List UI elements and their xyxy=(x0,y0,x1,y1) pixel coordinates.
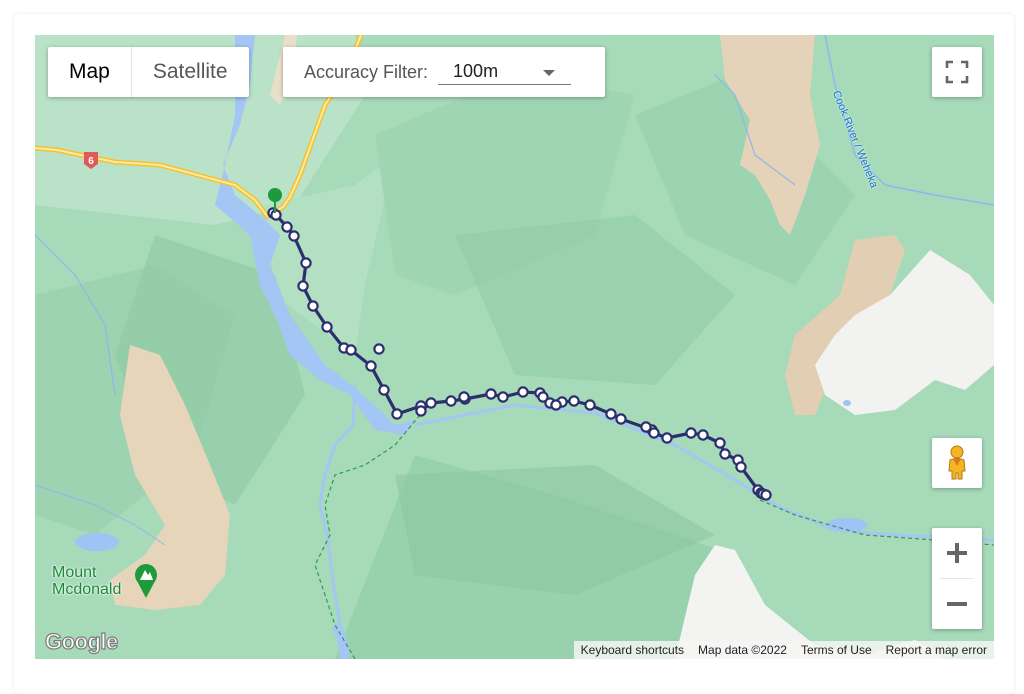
fullscreen-button[interactable] xyxy=(932,47,982,97)
map-canvas[interactable]: 6 Mount Mcdonald Cook River / Weheka Map… xyxy=(35,35,994,659)
accuracy-filter-select[interactable]: 100m xyxy=(438,59,572,85)
track-point[interactable] xyxy=(517,386,529,398)
track-point[interactable] xyxy=(719,448,731,460)
track-point[interactable] xyxy=(391,408,403,420)
track-point[interactable] xyxy=(550,399,562,411)
track-point[interactable] xyxy=(281,221,293,233)
track-point[interactable] xyxy=(497,391,509,403)
report-error-link[interactable]: Report a map error xyxy=(879,641,994,659)
map-type-control: Map Satellite xyxy=(48,47,249,97)
track-point[interactable] xyxy=(584,399,596,411)
place-label-line: Mcdonald xyxy=(52,581,122,598)
map-type-satellite-button[interactable]: Satellite xyxy=(132,47,249,97)
track-point[interactable] xyxy=(365,360,377,372)
track-point[interactable] xyxy=(425,397,437,409)
track-point[interactable] xyxy=(297,280,309,292)
place-label-line: Mount xyxy=(52,564,97,581)
track-point[interactable] xyxy=(485,388,497,400)
track-point[interactable] xyxy=(615,413,627,425)
track-point[interactable] xyxy=(321,321,333,333)
track-point[interactable] xyxy=(445,395,457,407)
chevron-down-icon xyxy=(543,70,556,76)
fullscreen-icon xyxy=(945,60,969,84)
street-view-button[interactable] xyxy=(932,438,982,488)
track-point[interactable] xyxy=(714,437,726,449)
accuracy-filter-label: Accuracy Filter: xyxy=(304,61,429,82)
track-point[interactable] xyxy=(458,391,470,403)
minus-icon xyxy=(947,602,967,606)
track-point[interactable] xyxy=(307,300,319,312)
accuracy-filter-control: Accuracy Filter: 100m xyxy=(283,47,605,97)
zoom-out-button[interactable] xyxy=(932,579,982,629)
track-point[interactable] xyxy=(640,421,652,433)
zoom-control xyxy=(932,528,982,629)
zoom-in-button[interactable] xyxy=(932,528,982,578)
terms-link[interactable]: Terms of Use xyxy=(794,641,879,659)
track-point[interactable] xyxy=(661,432,673,444)
keyboard-shortcuts-link[interactable]: Keyboard shortcuts xyxy=(574,641,691,659)
pegman-icon xyxy=(948,445,966,480)
place-label-mount-mcdonald[interactable]: Mount Mcdonald xyxy=(52,564,121,598)
track-point[interactable] xyxy=(735,461,747,473)
plus-icon xyxy=(947,543,967,563)
track-point[interactable] xyxy=(697,429,709,441)
google-logo[interactable]: Google xyxy=(44,628,118,655)
track-point[interactable] xyxy=(415,405,427,417)
attribution-bar: Keyboard shortcuts Map data ©2022 Terms … xyxy=(573,641,994,659)
map-data-label: Map data ©2022 xyxy=(698,643,787,657)
track-point[interactable] xyxy=(378,384,390,396)
map-type-map-button[interactable]: Map xyxy=(48,47,131,97)
track-point[interactable] xyxy=(345,344,357,356)
accuracy-filter-value: 100m xyxy=(453,61,499,81)
track-point[interactable] xyxy=(288,230,300,242)
track-point[interactable] xyxy=(685,427,697,439)
track-point[interactable] xyxy=(760,489,772,501)
track-point[interactable] xyxy=(300,257,312,269)
track-point[interactable] xyxy=(605,408,617,420)
svg-text:6: 6 xyxy=(88,156,94,167)
track-point[interactable] xyxy=(373,343,385,355)
track-point[interactable] xyxy=(568,395,580,407)
